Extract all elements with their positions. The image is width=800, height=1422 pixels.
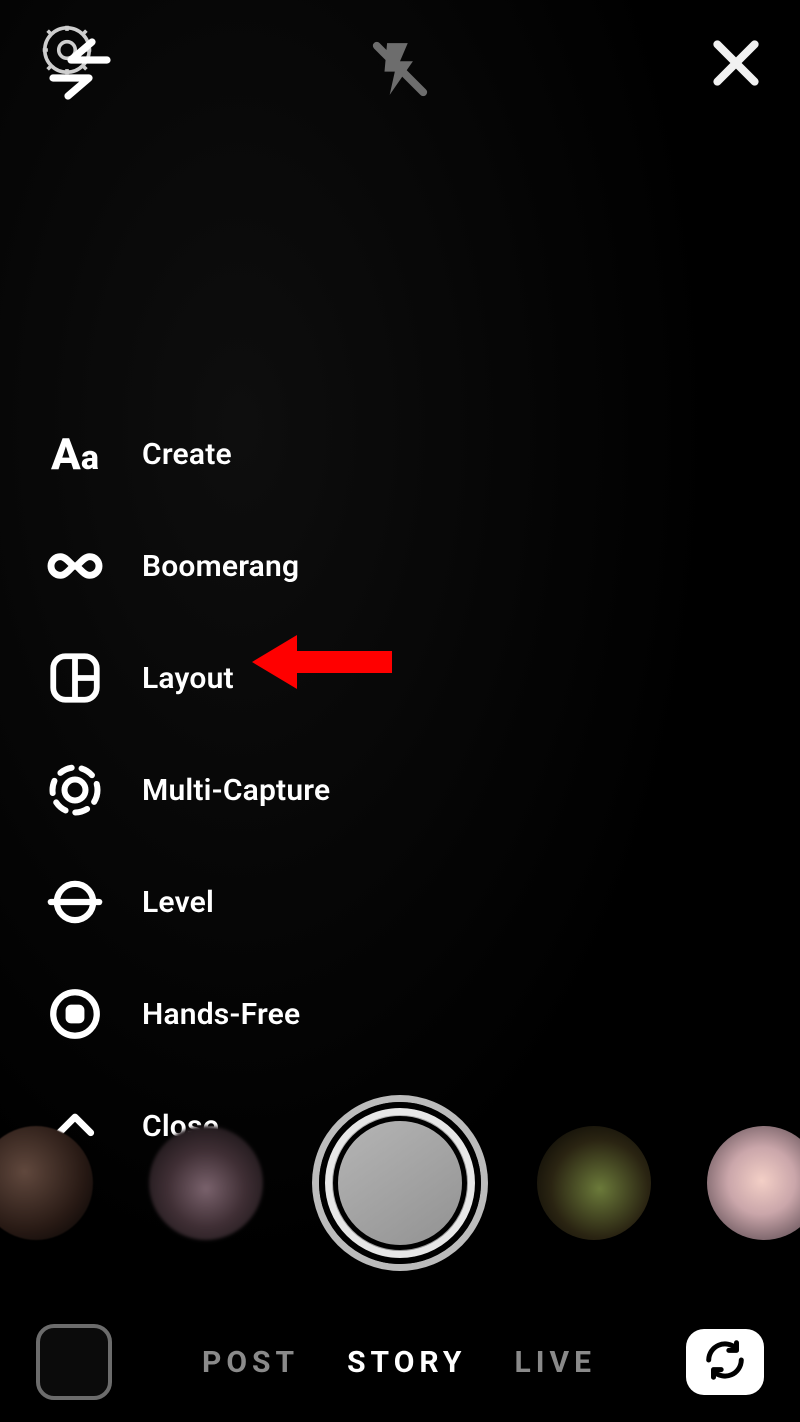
story-tools-list: Aa Create Boomerang Layout (42, 398, 542, 1182)
stop-circle-icon (42, 981, 108, 1047)
infinity-icon (42, 533, 108, 599)
tool-label: Hands-Free (142, 997, 300, 1032)
camera-modes: POST STORY LIVE (112, 1345, 686, 1380)
mode-live[interactable]: LIVE (515, 1345, 596, 1380)
annotation-arrow (252, 627, 392, 701)
effect-thumb-1[interactable] (0, 1126, 93, 1240)
multi-capture-icon (42, 757, 108, 823)
effect-thumb-3[interactable] (537, 1126, 651, 1240)
switch-arrows-icon[interactable] (44, 33, 116, 109)
tool-hands-free[interactable]: Hands-Free (42, 958, 542, 1070)
effect-thumb-2[interactable] (149, 1126, 263, 1240)
level-icon (42, 869, 108, 935)
story-camera-screen: Aa Create Boomerang Layout (0, 0, 800, 1422)
mode-story[interactable]: STORY (347, 1345, 466, 1380)
tool-boomerang[interactable]: Boomerang (42, 510, 542, 622)
text-aa-icon: Aa (42, 421, 108, 487)
gallery-thumb[interactable] (36, 1324, 112, 1400)
camera-flip-icon (702, 1337, 748, 1387)
bottom-bar: POST STORY LIVE (0, 1302, 800, 1422)
effect-thumb-4[interactable] (707, 1126, 800, 1240)
close-icon[interactable] (708, 35, 764, 95)
tool-multi-capture[interactable]: Multi-Capture (42, 734, 542, 846)
layout-grid-icon (42, 645, 108, 711)
shutter-button[interactable] (319, 1102, 481, 1264)
tool-label: Level (142, 885, 214, 920)
flash-off-icon[interactable] (369, 38, 431, 104)
tool-label: Multi-Capture (142, 773, 330, 808)
mode-post[interactable]: POST (202, 1345, 299, 1380)
tool-level[interactable]: Level (42, 846, 542, 958)
effects-strip (0, 1095, 800, 1270)
tool-create[interactable]: Aa Create (42, 398, 542, 510)
tool-label: Create (142, 437, 232, 472)
tool-label: Layout (142, 661, 234, 696)
top-bar (0, 0, 800, 130)
top-left-controls (36, 25, 116, 105)
tool-label: Boomerang (142, 549, 299, 584)
camera-flip-button[interactable] (686, 1329, 764, 1395)
